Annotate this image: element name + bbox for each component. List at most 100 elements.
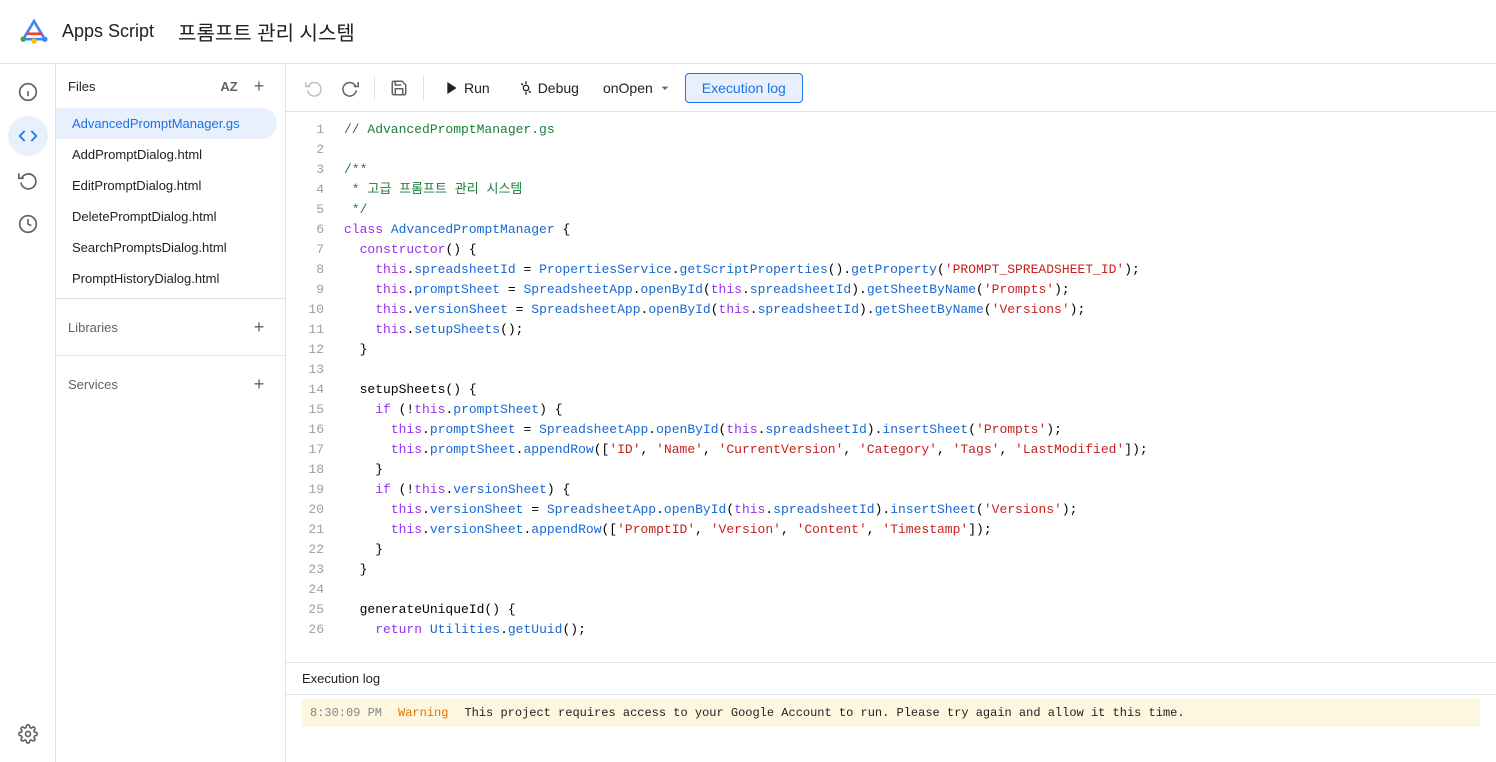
- info-icon-btn[interactable]: [8, 72, 48, 112]
- clock-icon: [18, 214, 38, 234]
- line-number: 1: [286, 120, 336, 140]
- line-number: 12: [286, 340, 336, 360]
- file-item-4[interactable]: SearchPromptsDialog.html: [56, 232, 277, 263]
- line-number: 13: [286, 360, 336, 380]
- add-file-button[interactable]: +: [245, 72, 273, 100]
- settings-icon: [18, 724, 38, 744]
- line-number: 19: [286, 480, 336, 500]
- undo-icon: [305, 79, 323, 97]
- code-line: }: [344, 560, 1496, 580]
- exec-log-level: Warning: [398, 701, 448, 725]
- file-item-3[interactable]: DeletePromptDialog.html: [56, 201, 277, 232]
- line-numbers: 1234567891011121314151617181920212223242…: [286, 112, 336, 662]
- line-number: 16: [286, 420, 336, 440]
- exec-log-msg: This project requires access to your Goo…: [464, 701, 1184, 725]
- code-icon-btn[interactable]: [8, 116, 48, 156]
- files-label: Files: [68, 79, 95, 94]
- code-icon: [18, 126, 38, 146]
- code-line: this.versionSheet = SpreadsheetApp.openB…: [344, 300, 1496, 320]
- line-number: 2: [286, 140, 336, 160]
- line-number: 18: [286, 460, 336, 480]
- apps-script-logo: [16, 14, 52, 50]
- execution-log-button[interactable]: Execution log: [685, 73, 803, 103]
- code-line: if (!this.promptSheet) {: [344, 400, 1496, 420]
- save-button[interactable]: [383, 72, 415, 104]
- save-icon: [390, 79, 408, 97]
- code-line: /**: [344, 160, 1496, 180]
- debug-icon: [518, 80, 534, 96]
- line-number: 20: [286, 500, 336, 520]
- sidebar-divider-1: [56, 298, 285, 299]
- code-line: }: [344, 460, 1496, 480]
- clock-icon-btn[interactable]: [8, 204, 48, 244]
- line-number: 23: [286, 560, 336, 580]
- settings-icon-btn[interactable]: [8, 714, 48, 754]
- project-title: 프롬프트 관리 시스템: [178, 17, 355, 46]
- app-name: Apps Script: [62, 21, 154, 42]
- code-line: this.promptSheet.appendRow(['ID', 'Name'…: [344, 440, 1496, 460]
- file-item-0[interactable]: AdvancedPromptManager.gs: [56, 108, 277, 139]
- history-icon: [18, 170, 38, 190]
- line-number: 9: [286, 280, 336, 300]
- code-line: generateUniqueId() {: [344, 600, 1496, 620]
- code-line: class AdvancedPromptManager {: [344, 220, 1496, 240]
- redo-button[interactable]: [334, 72, 366, 104]
- code-content[interactable]: // AdvancedPromptManager.gs /** * 고급 프롬프…: [336, 112, 1496, 662]
- line-number: 7: [286, 240, 336, 260]
- exec-log-time: 8:30:09 PM: [310, 701, 382, 725]
- editor-toolbar: Run Debug onOpen Execution log: [286, 64, 1496, 112]
- file-item-1[interactable]: AddPromptDialog.html: [56, 139, 277, 170]
- redo-icon: [341, 79, 359, 97]
- toolbar-divider-2: [423, 76, 424, 100]
- libraries-section: Libraries +: [56, 303, 285, 351]
- editor-area: Run Debug onOpen Execution log: [286, 64, 1496, 762]
- code-line: [344, 580, 1496, 600]
- files-section-header: Files AZ +: [56, 64, 285, 108]
- code-line: return Utilities.getUuid();: [344, 620, 1496, 640]
- code-line: * 고급 프롬프트 관리 시스템: [344, 180, 1496, 200]
- line-number: 25: [286, 600, 336, 620]
- main-layout: Files AZ + AdvancedPromptManager.gs AddP…: [0, 64, 1496, 762]
- top-header: Apps Script 프롬프트 관리 시스템: [0, 0, 1496, 64]
- code-line: }: [344, 340, 1496, 360]
- add-library-button[interactable]: +: [245, 313, 273, 341]
- history-icon-btn[interactable]: [8, 160, 48, 200]
- exec-log-content: 8:30:09 PM Warning This project requires…: [286, 695, 1496, 762]
- code-line: */: [344, 200, 1496, 220]
- sidebar-divider-2: [56, 355, 285, 356]
- services-label: Services: [68, 377, 118, 392]
- line-number: 24: [286, 580, 336, 600]
- debug-button[interactable]: Debug: [506, 74, 591, 102]
- code-line: this.spreadsheetId = PropertiesService.g…: [344, 260, 1496, 280]
- code-line: this.promptSheet = SpreadsheetApp.openBy…: [344, 420, 1496, 440]
- line-number: 21: [286, 520, 336, 540]
- run-icon: [444, 80, 460, 96]
- undo-button[interactable]: [298, 72, 330, 104]
- execution-log-panel: Execution log 8:30:09 PM Warning This pr…: [286, 662, 1496, 762]
- code-line: // AdvancedPromptManager.gs: [344, 120, 1496, 140]
- code-line: this.versionSheet = SpreadsheetApp.openB…: [344, 500, 1496, 520]
- execution-log-label: Execution log: [702, 80, 786, 96]
- file-item-5[interactable]: PromptHistoryDialog.html: [56, 263, 277, 294]
- code-line: }: [344, 540, 1496, 560]
- code-line: [344, 360, 1496, 380]
- sort-az-button[interactable]: AZ: [215, 72, 243, 100]
- add-service-button[interactable]: +: [245, 370, 273, 398]
- line-number: 4: [286, 180, 336, 200]
- line-number: 11: [286, 320, 336, 340]
- run-label: Run: [464, 80, 490, 96]
- function-selector[interactable]: onOpen: [595, 76, 681, 100]
- line-number: 8: [286, 260, 336, 280]
- icon-sidebar: [0, 64, 56, 762]
- function-name: onOpen: [603, 80, 653, 96]
- file-item-2[interactable]: EditPromptDialog.html: [56, 170, 277, 201]
- line-number: 26: [286, 620, 336, 640]
- line-number: 6: [286, 220, 336, 240]
- code-editor: 1234567891011121314151617181920212223242…: [286, 112, 1496, 662]
- code-line: constructor() {: [344, 240, 1496, 260]
- services-section: Services +: [56, 360, 285, 408]
- run-button[interactable]: Run: [432, 74, 502, 102]
- code-line: if (!this.versionSheet) {: [344, 480, 1496, 500]
- code-line: [344, 140, 1496, 160]
- code-line: this.promptSheet = SpreadsheetApp.openBy…: [344, 280, 1496, 300]
